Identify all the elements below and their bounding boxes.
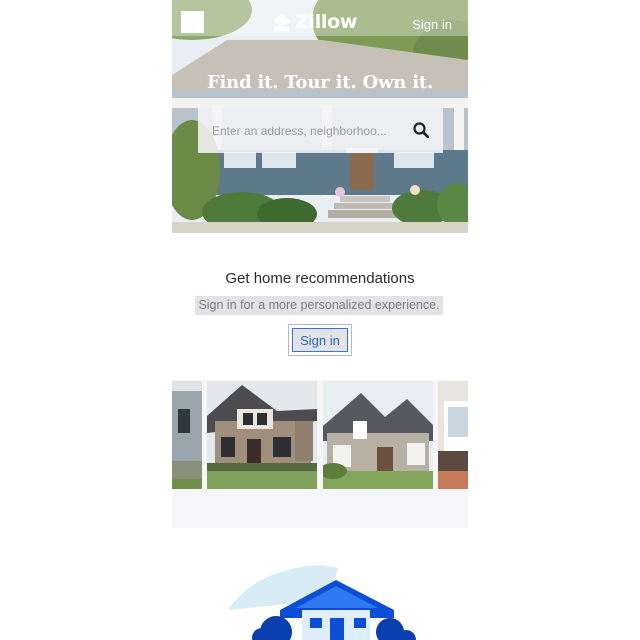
hero-headline: Find it. Tour it. Own it. <box>206 72 434 93</box>
home-card-partial-left[interactable] <box>172 381 202 489</box>
mobile-viewport: Zillow Sign in Find it. Tour it. Own it.… <box>172 0 468 640</box>
home-illustration <box>228 565 416 640</box>
recommendations-sign-in-button[interactable]: Sign in <box>288 324 352 356</box>
sign-in-button-label: Sign in <box>292 328 348 352</box>
hamburger-menu-button[interactable] <box>181 11 204 33</box>
home-card-stone-house[interactable] <box>323 381 433 489</box>
address-search-input[interactable] <box>210 122 409 139</box>
logo-wordmark: Zillow <box>295 11 358 33</box>
search-bar <box>198 108 443 153</box>
zillow-logo-icon <box>274 13 290 31</box>
recommendations-heading: Get home recommendations <box>225 270 415 287</box>
home-card-craftsman[interactable] <box>207 381 317 489</box>
header-sign-in-link[interactable]: Sign in <box>412 17 452 32</box>
home-card-partial-right[interactable] <box>438 381 468 489</box>
zillow-logo[interactable]: Zillow <box>272 9 357 35</box>
search-icon[interactable] <box>413 122 429 138</box>
hero-banner: Zillow Sign in Find it. Tour it. Own it. <box>172 0 468 233</box>
page: Zillow Sign in Find it. Tour it. Own it.… <box>0 0 640 640</box>
recommendations-subtitle: Sign in for a more personalized experien… <box>195 296 443 315</box>
